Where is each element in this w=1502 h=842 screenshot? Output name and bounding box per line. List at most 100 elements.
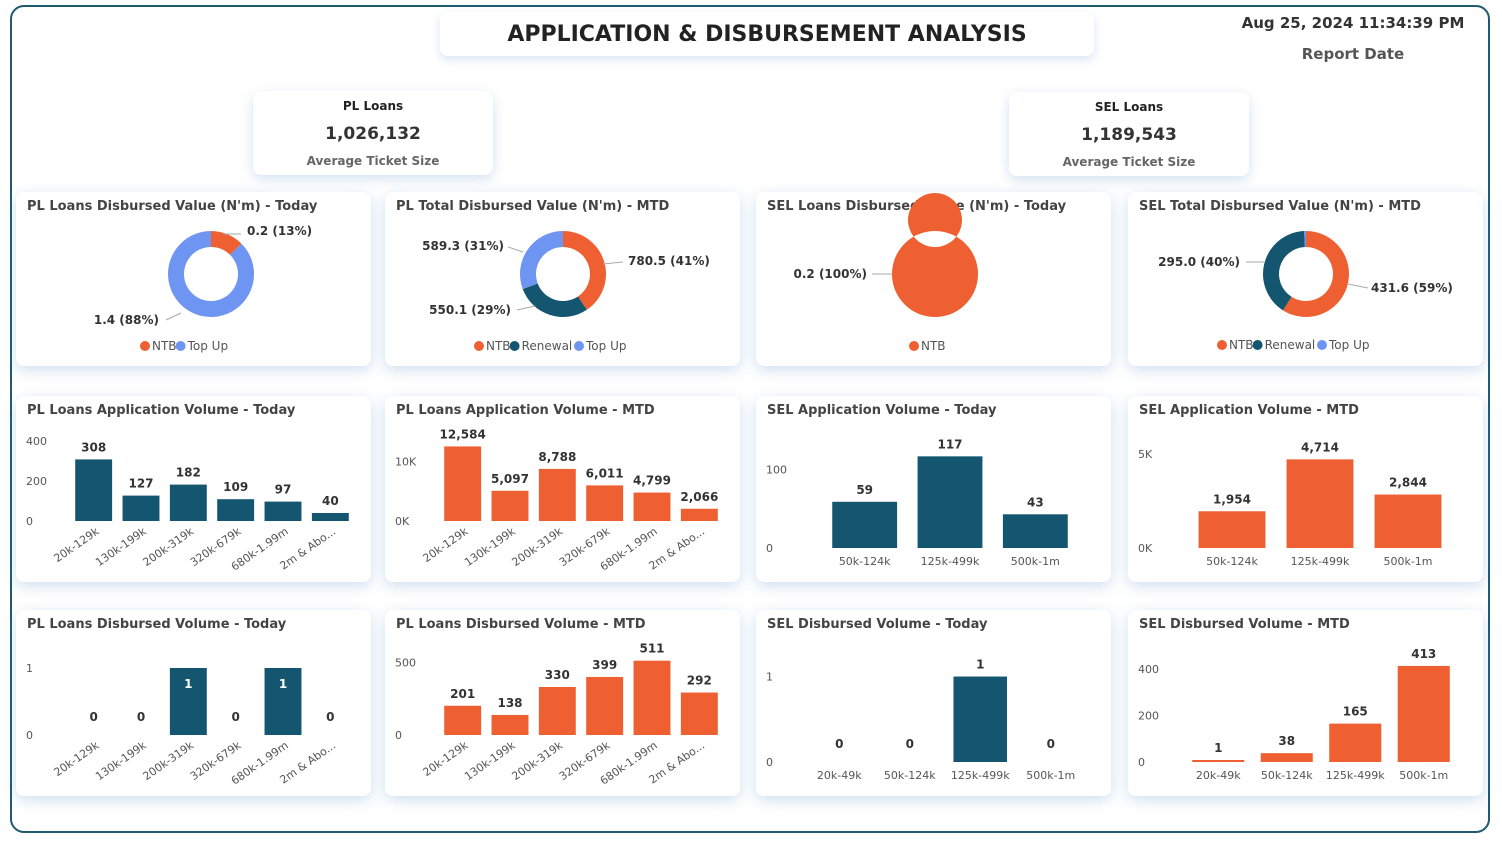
chart-card-4[interactable]: PL Loans Application Volume - Today 0 200…	[16, 396, 371, 582]
legend-label: Renewal	[1265, 338, 1316, 352]
kpi-title: SEL Loans	[1094, 100, 1164, 114]
legend-label: NTB	[152, 339, 177, 353]
pie-slice-top-up	[520, 231, 563, 290]
data-label: 43	[1027, 495, 1044, 509]
y-tick-label: 400	[1138, 663, 1159, 676]
data-label: 292	[687, 674, 712, 688]
legend-marker	[1217, 340, 1227, 350]
bar	[264, 501, 302, 521]
leader-line	[507, 246, 524, 253]
x-tick-label: 500k-1m	[1383, 555, 1432, 568]
slice-label: 431.6 (59%)	[1371, 281, 1453, 295]
chart-card-8[interactable]: PL Loans Disbursed Volume - Today 0 1 0 20k…	[16, 610, 371, 796]
legend-marker	[1317, 340, 1327, 350]
bar	[311, 513, 349, 521]
bar	[1374, 494, 1442, 548]
slice-label: 0.2 (13%)	[247, 224, 312, 238]
data-label: 5,097	[491, 472, 529, 486]
x-tick-label: 50k-124k	[1261, 769, 1313, 782]
chart-card-11[interactable]: SEL Disbursed Volume - MTD 0 200 400 1 20k-4…	[1128, 610, 1483, 796]
bar	[633, 660, 671, 735]
page-title: APPLICATION & DISBURSEMENT ANALYSIS	[507, 21, 1027, 47]
data-label: 4,799	[633, 474, 671, 488]
data-label: 0	[835, 737, 843, 751]
data-label: 0	[231, 710, 239, 724]
x-tick-label: 500k-1m	[1026, 769, 1075, 782]
bar	[1329, 723, 1382, 762]
y-tick-label: 1	[26, 662, 33, 675]
data-label: 117	[937, 437, 962, 451]
pie-slice-ntb	[891, 193, 978, 317]
legend-label: NTB	[921, 339, 946, 353]
chart-svg: 0.2 (13%) 1.4 (88%) NTB Top Up	[94, 224, 312, 353]
data-label: 182	[176, 466, 201, 480]
x-tick-label: 50k-124k	[884, 769, 936, 782]
y-tick-label: 0	[766, 756, 773, 769]
report-date-label: Report Date	[1301, 45, 1405, 63]
bar	[1397, 665, 1450, 762]
kpi-card-sel: SEL Loans 1,189,543 Average Ticket Size	[1009, 92, 1249, 176]
data-label: 413	[1411, 647, 1436, 661]
x-tick-label: 200k-319k	[141, 738, 197, 783]
data-label: 59	[856, 483, 873, 497]
legend-marker	[1252, 340, 1263, 350]
bar	[169, 484, 207, 521]
x-tick-label: 130k-199k	[462, 738, 518, 783]
pie-slice-renewal	[1263, 231, 1305, 311]
data-label: 109	[223, 480, 248, 494]
legend-label: Top Up	[187, 339, 228, 353]
slice-label: 1.4 (88%)	[94, 313, 159, 327]
y-tick-label: 0	[26, 515, 33, 528]
data-label: 511	[639, 642, 664, 656]
data-label: 1	[976, 658, 984, 672]
chart-svg: 0 100 59 50k-124k 117 125k-499k 43 500k-1m	[766, 437, 1068, 568]
chart-card-1[interactable]: PL Total Disbursed Value (N'm) - MTD 780…	[385, 192, 740, 366]
legend-marker	[574, 341, 584, 351]
chart-svg: 431.6 (59%) 295.0 (40%) NTB Renewal Top Up	[1158, 231, 1453, 352]
bar	[1286, 459, 1354, 548]
y-tick-label: 0	[26, 729, 33, 742]
bar	[1198, 511, 1266, 548]
x-tick-label: 50k-124k	[1206, 555, 1258, 568]
bar	[217, 499, 255, 521]
chart-card-2[interactable]: SEL Loans Disbursed Value (N'm) - Today …	[756, 192, 1111, 366]
data-label: 1	[184, 677, 192, 691]
legend-label: NTB	[486, 339, 511, 353]
kpi-value: 1,189,543	[1081, 125, 1177, 145]
chart-card-0[interactable]: PL Loans Disbursed Value (N'm) - Today 0…	[16, 192, 371, 366]
x-tick-label: 50k-124k	[839, 555, 891, 568]
bar	[917, 456, 983, 548]
y-tick-label: 0	[1138, 756, 1145, 769]
data-label: 12,584	[440, 427, 486, 441]
y-tick-label: 0	[766, 542, 773, 555]
legend-marker	[140, 341, 150, 351]
slice-label: 550.1 (29%)	[429, 303, 511, 317]
kpi-label: Average Ticket Size	[1062, 155, 1196, 169]
slice-label: 589.3 (31%)	[422, 239, 504, 253]
bar	[75, 459, 113, 521]
chart-card-6[interactable]: SEL Application Volume - Today 0 100 59 50k…	[756, 396, 1111, 582]
y-tick-label: 400	[26, 435, 47, 448]
legend-label: Top Up	[1328, 338, 1369, 352]
report-date: Aug 25, 2024 11:34:39 PM	[1241, 14, 1465, 32]
y-tick-label: 100	[766, 464, 787, 477]
chart-card-5[interactable]: PL Loans Application Volume - MTD 0K 10K 1…	[385, 396, 740, 582]
data-label: 165	[1343, 705, 1368, 719]
kpi-label: Average Ticket Size	[306, 154, 440, 168]
data-label: 0	[89, 710, 97, 724]
bar	[122, 495, 160, 521]
y-tick-label: 0K	[1138, 542, 1153, 555]
bar	[1002, 514, 1068, 548]
chart-card-9[interactable]: PL Loans Disbursed Volume - MTD 0 500 201 2…	[385, 610, 740, 796]
chart-card-3[interactable]: SEL Total Disbursed Value (N'm) - MTD 43…	[1128, 192, 1483, 366]
pie-slice-renewal	[522, 283, 587, 317]
bar	[832, 501, 898, 548]
chart-card-10[interactable]: SEL Disbursed Volume - Today 0 1 0 20k-49k 0…	[756, 610, 1111, 796]
x-tick-label: 125k-499k	[921, 555, 980, 568]
data-label: 0	[1047, 737, 1055, 751]
x-tick-label: 130k-199k	[462, 524, 518, 569]
data-label: 127	[128, 477, 153, 491]
chart-card-7[interactable]: SEL Application Volume - MTD 0K 5K 1,954 50…	[1128, 396, 1483, 582]
bar	[538, 468, 576, 521]
bar	[633, 492, 671, 521]
